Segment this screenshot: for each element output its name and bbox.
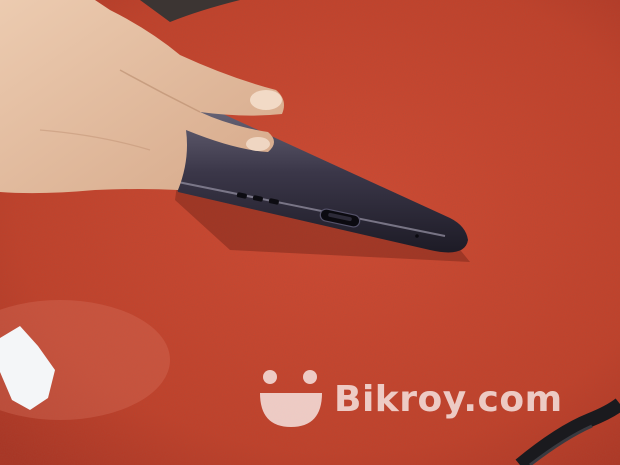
fingernail <box>250 90 282 110</box>
photo-scene: Bikroy.com <box>0 0 620 465</box>
watermark-text: Bikroy.com <box>334 379 563 420</box>
bikroy-smile-logo-icon <box>260 370 322 427</box>
watermark: Bikroy.com <box>258 368 563 432</box>
microphone-hole <box>415 234 419 238</box>
